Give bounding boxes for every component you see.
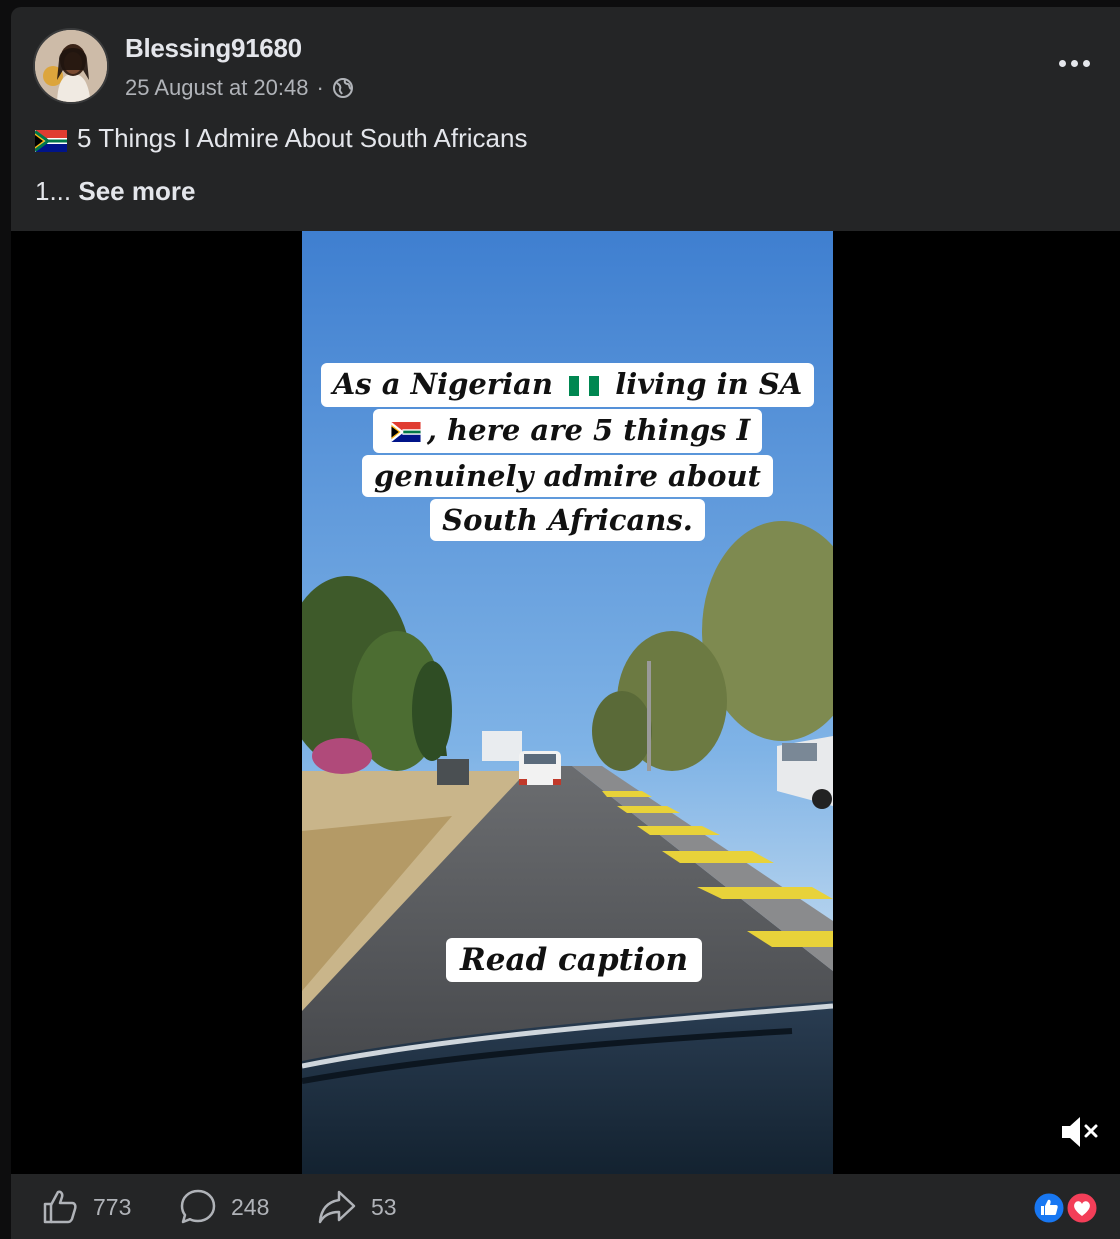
comment-button[interactable]: 248 (179, 1188, 269, 1226)
thumbs-up-icon (43, 1190, 77, 1224)
comment-count: 248 (231, 1193, 270, 1220)
like-count: 773 (93, 1193, 132, 1220)
post-body-text: 1... (35, 176, 79, 206)
post-title-text: 5 Things I Admire About South Africans (77, 123, 528, 153)
caption-line-2: living in SA (615, 367, 803, 401)
comment-icon (180, 1189, 216, 1224)
post-body: 1... See more (35, 176, 195, 207)
post-meta: 25 August at 20:48 · (125, 75, 354, 101)
caption-line-1: As a Nigerian (332, 367, 553, 401)
globe-icon (332, 77, 354, 99)
more-options-icon (1058, 59, 1066, 67)
speaker-muted-icon (1062, 1117, 1098, 1147)
read-caption-label: Read caption (446, 938, 702, 982)
video-caption-overlay: As a Nigerian living in SA , here are 5 … (302, 361, 833, 541)
media-container: As a Nigerian living in SA , here are 5 … (11, 231, 1120, 1174)
more-options-button[interactable] (1054, 51, 1094, 75)
south-africa-flag-icon-small (391, 413, 421, 451)
share-count: 53 (371, 1193, 397, 1220)
post-timestamp[interactable]: 25 August at 20:48 (125, 75, 309, 101)
nigeria-flag-icon (569, 367, 600, 405)
meta-separator: · (316, 75, 324, 100)
author-avatar[interactable] (33, 28, 109, 104)
video-player[interactable]: As a Nigerian living in SA , here are 5 … (302, 231, 833, 1174)
caption-line-3: , here are 5 things I (426, 413, 751, 447)
post-card: Blessing91680 25 August at 20:48 · 5 Thi… (11, 7, 1120, 1239)
caption-line-4: genuinely admire about (362, 455, 773, 497)
reactions-summary[interactable] (1030, 1190, 1102, 1226)
post-title: 5 Things I Admire About South Africans (34, 123, 528, 154)
action-bar: 773 248 53 (11, 1174, 1120, 1239)
share-button[interactable]: 53 (317, 1188, 397, 1226)
caption-line-5: South Africans. (430, 499, 705, 541)
south-africa-flag-icon (34, 128, 67, 152)
mute-button[interactable] (1056, 1112, 1104, 1152)
share-icon (318, 1190, 356, 1224)
like-button[interactable]: 773 (41, 1188, 131, 1226)
see-more-link[interactable]: See more (78, 176, 195, 206)
author-name[interactable]: Blessing91680 (125, 33, 302, 64)
